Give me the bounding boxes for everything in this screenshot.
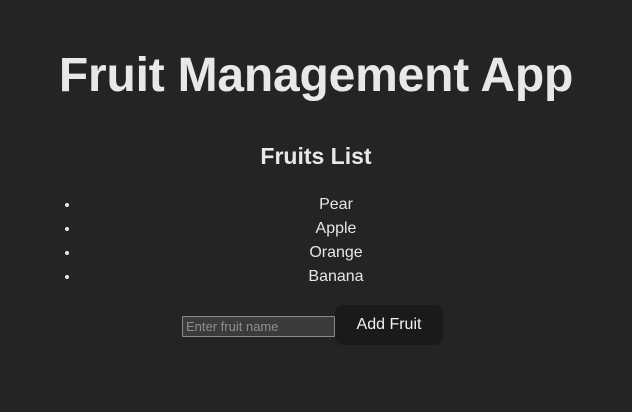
list-item: Orange bbox=[80, 241, 624, 265]
fruits-list-heading: Fruits List bbox=[260, 143, 372, 169]
list-item: Pear bbox=[80, 193, 624, 217]
fruit-name-input[interactable] bbox=[182, 316, 335, 337]
add-fruit-button[interactable]: Add Fruit bbox=[335, 305, 443, 345]
add-fruit-form: Add Fruit bbox=[0, 305, 632, 345]
list-item: Banana bbox=[80, 265, 624, 289]
fruits-list: Pear Apple Orange Banana bbox=[40, 193, 624, 289]
page-title: Fruit Management App bbox=[58, 49, 574, 102]
list-item: Apple bbox=[80, 217, 624, 241]
